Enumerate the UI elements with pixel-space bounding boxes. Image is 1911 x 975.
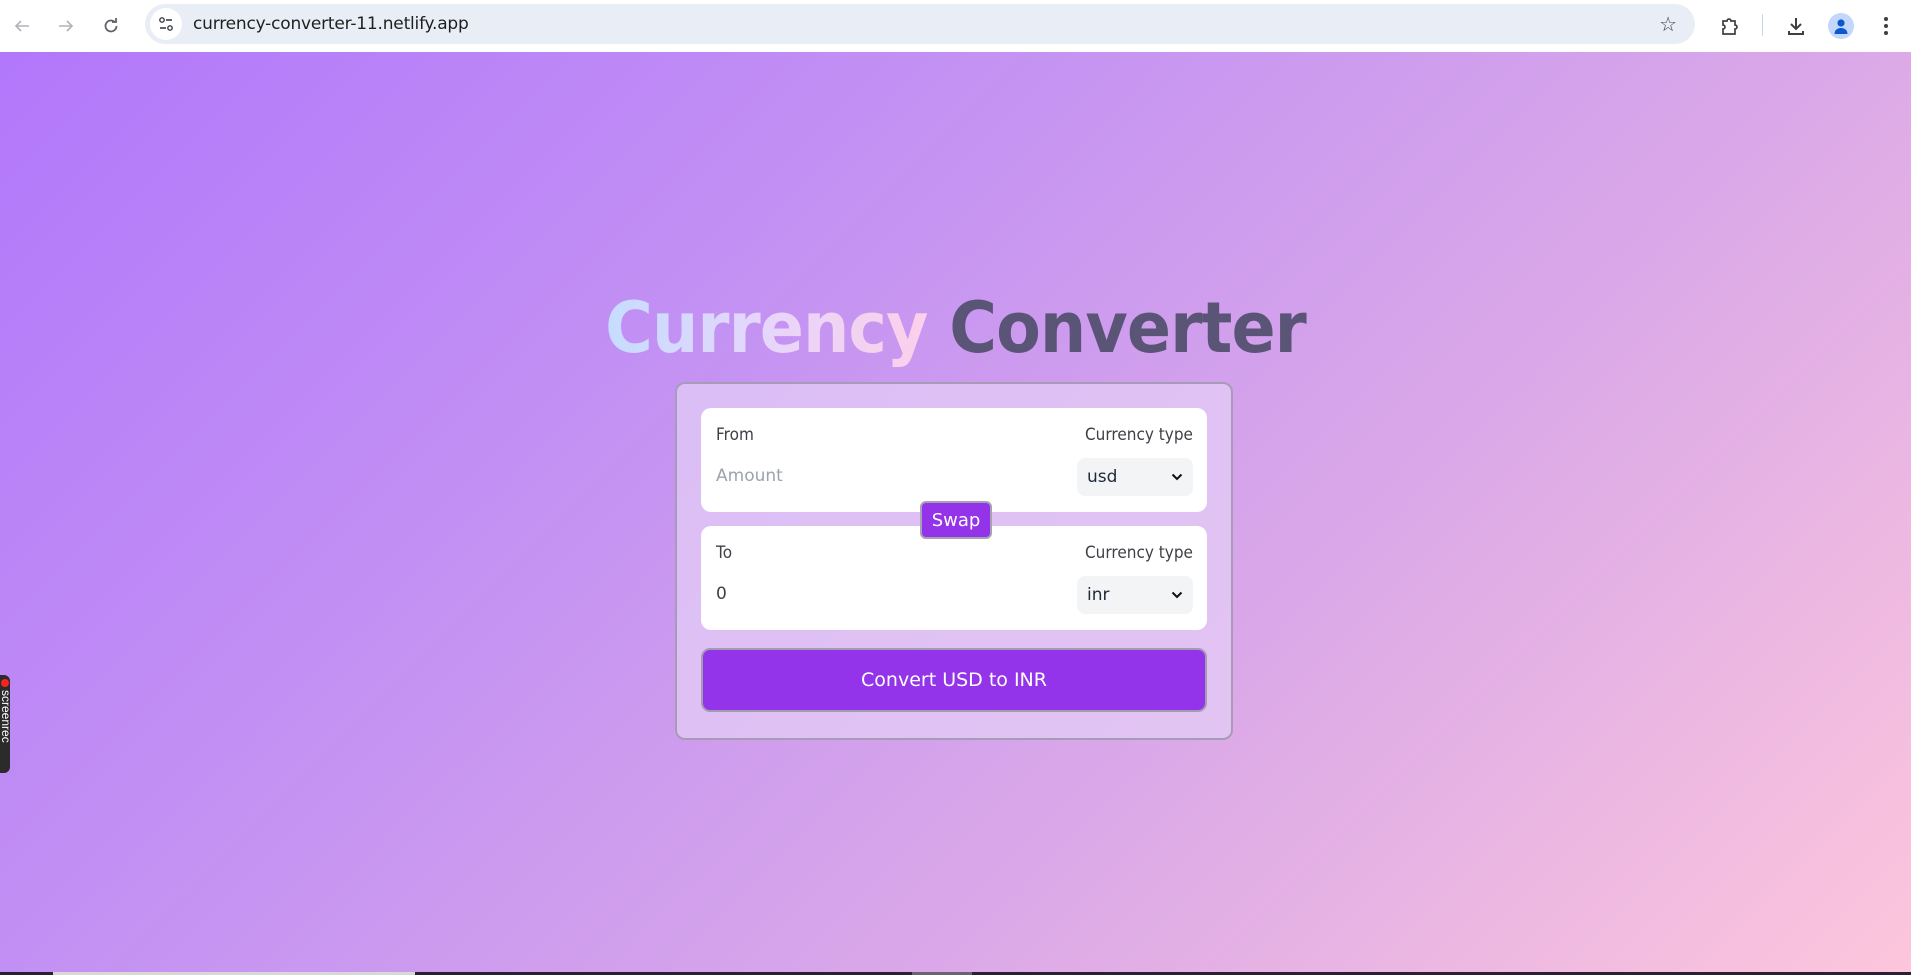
from-label: From [716, 425, 754, 445]
profile-avatar-icon [1828, 13, 1854, 39]
convert-button[interactable]: Convert USD to INR [701, 648, 1207, 712]
vertical-dots-icon [1884, 17, 1888, 35]
page-title: Currency Converter [67, 288, 1844, 368]
converter-card: From Currency type usd Swap To Currency … [675, 382, 1233, 740]
to-amount-input[interactable] [716, 578, 1046, 610]
chevron-down-icon [1171, 473, 1183, 481]
browser-toolbar: currency-converter-11.netlify.app ☆ [0, 0, 1911, 52]
browser-menu-button[interactable] [1870, 10, 1902, 42]
to-currency-type-label: Currency type [1085, 543, 1193, 563]
chevron-down-icon [1171, 591, 1183, 599]
to-label: To [716, 543, 733, 563]
address-bar[interactable]: currency-converter-11.netlify.app ☆ [145, 4, 1695, 44]
tune-icon [159, 17, 173, 31]
to-currency-select[interactable]: inr [1077, 576, 1193, 614]
page-background: Currency Converter From Currency type us… [0, 52, 1911, 975]
from-currency-select[interactable]: usd [1077, 458, 1193, 496]
screen-recorder-label: screenrec [0, 690, 10, 743]
to-currency-value: inr [1087, 585, 1110, 605]
to-panel: To Currency type inr [701, 526, 1207, 630]
record-dot-icon [1, 679, 9, 687]
url-text[interactable]: currency-converter-11.netlify.app [193, 14, 469, 34]
bookmark-star-icon[interactable]: ☆ [1659, 12, 1677, 37]
reload-button[interactable] [95, 10, 127, 42]
site-info-button[interactable] [150, 8, 182, 40]
from-panel: From Currency type usd [701, 408, 1207, 512]
downloads-button[interactable] [1780, 10, 1812, 42]
swap-button[interactable]: Swap [920, 501, 992, 539]
arrow-left-icon [14, 20, 29, 32]
from-currency-value: usd [1087, 467, 1118, 487]
title-part-converter: Converter [949, 287, 1306, 369]
toolbar-divider [1762, 14, 1763, 36]
title-part-currency: Currency [605, 287, 928, 369]
profile-button[interactable] [1825, 10, 1857, 42]
back-button[interactable] [6, 10, 38, 42]
from-currency-type-label: Currency type [1085, 425, 1193, 445]
forward-button[interactable] [50, 10, 82, 42]
puzzle-piece-icon [1722, 18, 1738, 35]
screen-recorder-tab[interactable]: screenrec [0, 675, 10, 773]
from-amount-input[interactable] [716, 460, 1046, 492]
reload-icon [104, 18, 118, 33]
arrow-right-icon [59, 20, 74, 32]
extensions-button[interactable] [1714, 10, 1746, 42]
download-icon [1788, 18, 1804, 35]
